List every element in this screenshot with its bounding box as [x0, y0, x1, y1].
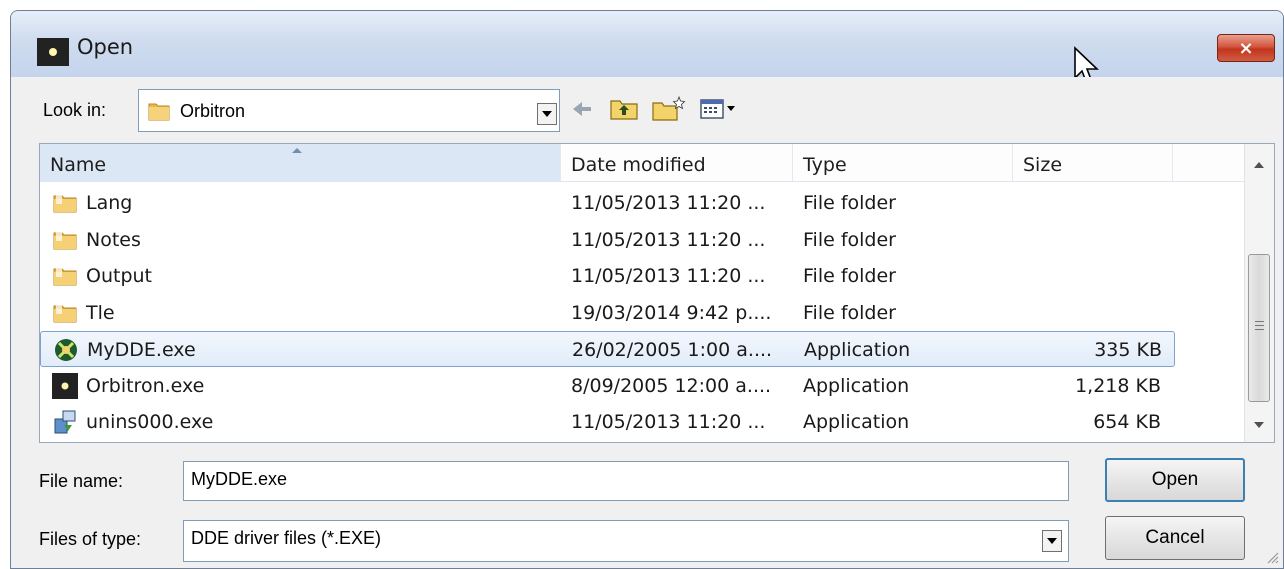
- column-header-size[interactable]: Size: [1013, 144, 1173, 182]
- file-date: 26/02/2005 1:00 a....: [572, 339, 773, 361]
- column-header-type[interactable]: Type: [793, 144, 1013, 182]
- file-date: 11/05/2013 11:20 ...: [571, 411, 766, 433]
- file-name: Output: [86, 265, 152, 287]
- column-name-label: Name: [50, 154, 107, 176]
- file-size: 654 KB: [1093, 411, 1161, 433]
- column-header-date[interactable]: Date modified: [561, 144, 793, 182]
- filename-label: File name:: [39, 471, 124, 491]
- file-date: 11/05/2013 11:20 ...: [571, 192, 766, 214]
- file-row[interactable]: Notes 11/05/2013 11:20 ... File folder: [40, 222, 1175, 258]
- orbitron-app-icon: [52, 372, 78, 399]
- dialog-body: Look in: Orbitron Name Date modified Typ…: [11, 77, 1283, 568]
- up-folder-icon[interactable]: [609, 95, 639, 123]
- folder-icon: [53, 230, 77, 249]
- filetype-select[interactable]: DDE driver files (*.EXE): [183, 520, 1069, 562]
- lookin-dropdown-button[interactable]: [537, 103, 557, 125]
- file-name: Orbitron.exe: [86, 374, 205, 397]
- file-size: 1,218 KB: [1075, 374, 1161, 397]
- file-type: File folder: [803, 192, 896, 214]
- vertical-scrollbar[interactable]: [1244, 144, 1274, 442]
- open-dialog: Open × Look in: Orbitron Name Date modif…: [10, 10, 1284, 569]
- file-date: 19/03/2014 9:42 p....: [571, 301, 772, 324]
- close-button[interactable]: ×: [1217, 34, 1275, 62]
- filename-input[interactable]: MyDDE.exe: [183, 461, 1069, 501]
- dialog-title: Open: [77, 35, 134, 59]
- column-type-label: Type: [803, 154, 847, 176]
- file-row[interactable]: unins000.exe 11/05/2013 11:20 ... Applicat…: [40, 404, 1175, 440]
- orbitron-app-icon: [37, 38, 69, 66]
- file-name: Lang: [86, 192, 133, 214]
- open-button[interactable]: Open: [1105, 458, 1245, 502]
- filetype-dropdown-button[interactable]: [1042, 530, 1062, 552]
- folder-icon: [53, 267, 77, 286]
- folder-icon: [53, 303, 77, 322]
- close-icon: ×: [1238, 37, 1254, 59]
- file-name: Tle: [86, 301, 115, 324]
- file-type: File folder: [803, 301, 896, 324]
- file-row[interactable]: Lang 11/05/2013 11:20 ... File folder: [40, 185, 1175, 221]
- file-row[interactable]: MyDDE.exe 26/02/2005 1:00 a.... Applicatio…: [40, 331, 1175, 367]
- file-type: File folder: [803, 228, 896, 251]
- filetype-label: Files of type:: [39, 529, 142, 549]
- file-row[interactable]: Orbitron.exe 8/09/2005 12:00 a.... Applica…: [40, 368, 1175, 404]
- list-header: Name Date modified Type Size: [40, 144, 1245, 182]
- lookin-label: Look in:: [43, 100, 107, 120]
- file-name: MyDDE.exe: [87, 339, 196, 361]
- lookin-combobox[interactable]: Orbitron: [138, 89, 560, 132]
- file-type: Application: [804, 339, 911, 361]
- column-header-name[interactable]: Name: [40, 144, 561, 182]
- file-size: 335 KB: [1094, 339, 1162, 361]
- uninstaller-icon: [54, 410, 76, 434]
- filetype-value: DDE driver files (*.EXE): [191, 528, 382, 548]
- resize-grip-icon[interactable]: [1265, 550, 1279, 564]
- file-type: File folder: [803, 265, 896, 287]
- view-menu-icon[interactable]: [699, 95, 743, 123]
- file-row[interactable]: Output 11/05/2013 11:20 ... File folder: [40, 258, 1175, 294]
- column-date-label: Date modified: [571, 154, 706, 176]
- cancel-button[interactable]: Cancel: [1105, 516, 1245, 560]
- sort-ascending-icon: [292, 148, 302, 153]
- grip-icon: [1255, 321, 1264, 330]
- folder-icon: [148, 103, 170, 121]
- back-arrow-icon[interactable]: [571, 95, 593, 123]
- file-name: unins000.exe: [86, 411, 214, 433]
- folder-icon: [53, 194, 77, 213]
- scroll-up-icon[interactable]: [1254, 162, 1264, 168]
- file-type: Application: [803, 374, 910, 397]
- file-name: Notes: [86, 228, 141, 251]
- lookin-value: Orbitron: [180, 101, 246, 121]
- file-date: 8/09/2005 12:00 a....: [571, 374, 772, 397]
- scroll-thumb[interactable]: [1248, 254, 1270, 402]
- column-size-label: Size: [1023, 154, 1063, 176]
- file-list[interactable]: Name Date modified Type Size Lang 11/05/2…: [39, 143, 1275, 443]
- file-date: 11/05/2013 11:20 ...: [571, 228, 766, 251]
- file-date: 11/05/2013 11:20 ...: [571, 265, 766, 287]
- new-folder-icon[interactable]: [651, 95, 687, 123]
- file-type: Application: [803, 411, 910, 433]
- mydde-app-icon: [55, 339, 77, 361]
- scroll-down-icon[interactable]: [1254, 422, 1264, 428]
- file-row[interactable]: Tle 19/03/2014 9:42 p.... File folder: [40, 295, 1175, 331]
